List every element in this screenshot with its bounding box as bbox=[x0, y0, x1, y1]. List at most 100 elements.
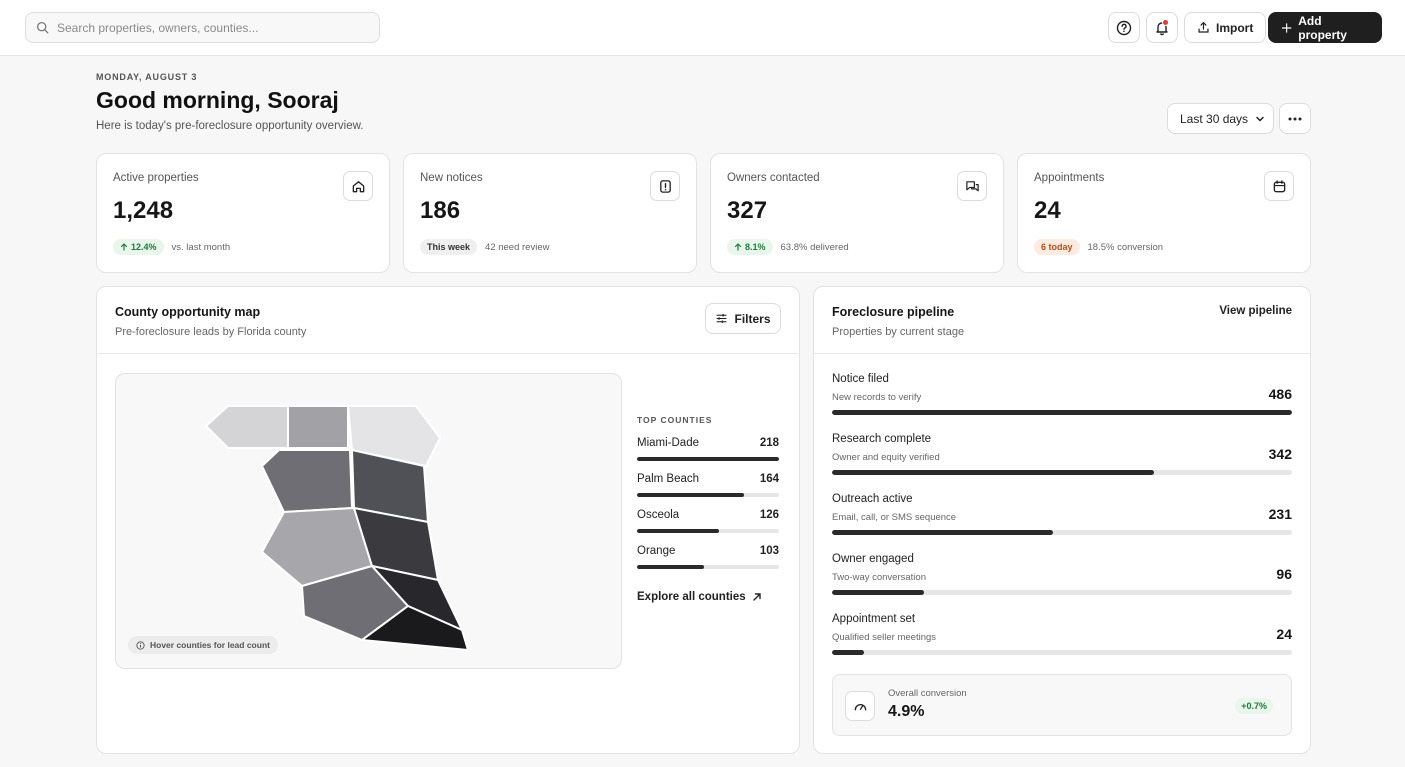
stat-label: Active properties bbox=[113, 172, 199, 184]
stage-bar bbox=[832, 590, 924, 595]
stage-bar bbox=[832, 650, 865, 655]
stat-value: 186 bbox=[420, 197, 461, 224]
pipeline-stage[interactable]: Owner engaged Two-way conversation 96 bbox=[832, 553, 1292, 613]
stat-note: 63.8% delivered bbox=[780, 241, 849, 253]
stat-note: vs. last month bbox=[171, 241, 231, 253]
notifications-button[interactable] bbox=[1146, 12, 1178, 43]
divider bbox=[814, 353, 1310, 354]
county-bar bbox=[637, 457, 779, 461]
info-icon bbox=[136, 640, 145, 650]
stage-name: Outreach active bbox=[832, 493, 913, 505]
stat-value: 24 bbox=[1034, 197, 1061, 224]
explore-counties-link[interactable]: Explore all counties bbox=[637, 591, 779, 603]
stage-count: 342 bbox=[1268, 446, 1292, 462]
county-count: 103 bbox=[759, 545, 779, 557]
county-map: Hover counties for lead count bbox=[115, 373, 622, 669]
conversion-value: 4.9% bbox=[888, 703, 925, 720]
home-icon bbox=[343, 171, 373, 201]
pipeline-stage[interactable]: Research complete Owner and equity verif… bbox=[832, 433, 1292, 493]
stage-desc: New records to verify bbox=[832, 392, 922, 403]
county-name: Palm Beach bbox=[637, 473, 700, 485]
panel-subtitle: Pre-foreclosure leads by Florida county bbox=[115, 326, 307, 338]
stat-value: 327 bbox=[727, 197, 768, 224]
stage-count: 231 bbox=[1268, 506, 1292, 522]
view-pipeline-link[interactable]: View pipeline bbox=[1219, 305, 1292, 317]
panel-title: Foreclosure pipeline bbox=[832, 305, 955, 319]
conversion-delta-badge: +0.7% bbox=[1235, 698, 1273, 714]
stat-card-owners-contacted[interactable]: Owners contacted 327 8.1% 63.8% delivere… bbox=[710, 153, 1004, 273]
stage-count: 486 bbox=[1268, 386, 1292, 402]
upload-icon bbox=[1198, 22, 1209, 33]
county-row[interactable]: Miami-Dade 218 bbox=[637, 437, 779, 461]
pipeline-stages: Notice filed New records to verify 486 R… bbox=[832, 373, 1292, 673]
arrow-up-icon bbox=[120, 243, 128, 251]
county-map-shapes bbox=[205, 405, 469, 651]
county-bar bbox=[637, 565, 704, 569]
pipeline-stage[interactable]: Appointment set Qualified seller meeting… bbox=[832, 613, 1292, 673]
county-shape[interactable] bbox=[205, 405, 289, 449]
date-label: MONDAY, AUGUST 3 bbox=[96, 72, 198, 82]
search-input[interactable] bbox=[57, 20, 379, 35]
trend-badge: 8.1% bbox=[727, 239, 773, 255]
sliders-icon bbox=[717, 314, 727, 323]
conversion-label: Overall conversion bbox=[888, 688, 967, 699]
chat-icon bbox=[957, 171, 987, 201]
stage-name: Research complete bbox=[832, 433, 932, 445]
stage-name: Notice filed bbox=[832, 373, 889, 385]
overall-conversion-card: Overall conversion 4.9% +0.7% bbox=[832, 674, 1292, 736]
top-counties-list: TOP COUNTIES Miami-Dade 218 Palm Beach 164… bbox=[637, 415, 779, 603]
search-icon bbox=[36, 21, 49, 34]
stat-value: 1,248 bbox=[113, 197, 174, 224]
pipeline-stage[interactable]: Outreach active Email, call, or SMS sequ… bbox=[832, 493, 1292, 553]
filters-button[interactable]: Filters bbox=[705, 303, 781, 334]
stage-desc: Two-way conversation bbox=[832, 572, 926, 583]
page-subtitle: Here is today's pre-foreclosure opportun… bbox=[96, 120, 364, 132]
county-shape[interactable] bbox=[287, 405, 349, 449]
stage-bar bbox=[832, 530, 1053, 535]
pipeline-stage[interactable]: Notice filed New records to verify 486 bbox=[832, 373, 1292, 433]
calendar-icon bbox=[1264, 171, 1294, 201]
map-hint: Hover counties for lead count bbox=[128, 636, 278, 654]
county-row[interactable]: Orange 103 bbox=[637, 545, 779, 569]
county-row[interactable]: Osceola 126 bbox=[637, 509, 779, 533]
county-map-panel: County opportunity map Pre-foreclosure l… bbox=[96, 286, 800, 754]
stage-count: 96 bbox=[1276, 566, 1292, 582]
stage-name: Appointment set bbox=[832, 613, 916, 625]
more-options-button[interactable] bbox=[1279, 103, 1311, 134]
search-box[interactable] bbox=[25, 12, 380, 43]
help-icon bbox=[1116, 20, 1132, 35]
county-bar bbox=[637, 493, 744, 497]
stage-desc: Qualified seller meetings bbox=[832, 632, 937, 643]
stat-card-appointments[interactable]: Appointments 24 6 today 18.5% conversion bbox=[1017, 153, 1311, 273]
stat-card-new-notices[interactable]: New notices 186 This week 42 need review bbox=[403, 153, 697, 273]
date-range-select[interactable]: Last 30 days bbox=[1167, 103, 1274, 134]
stat-card-active-properties[interactable]: Active properties 1,248 12.4% vs. last m… bbox=[96, 153, 390, 273]
stage-desc: Owner and equity verified bbox=[832, 452, 940, 463]
stage-bar bbox=[832, 470, 1154, 475]
stage-desc: Email, call, or SMS sequence bbox=[832, 512, 957, 523]
divider bbox=[97, 353, 799, 354]
county-row[interactable]: Palm Beach 164 bbox=[637, 473, 779, 497]
top-counties-heading: TOP COUNTIES bbox=[637, 415, 713, 425]
add-property-label: Add property bbox=[1298, 13, 1347, 42]
more-horizontal-icon bbox=[1288, 117, 1302, 120]
alert-doc-icon bbox=[650, 171, 680, 201]
date-range-value: Last 30 days bbox=[1180, 111, 1249, 126]
page-title: Good morning, Sooraj bbox=[96, 87, 339, 113]
add-property-button[interactable]: Add property bbox=[1268, 12, 1382, 43]
county-shape[interactable] bbox=[261, 449, 353, 513]
county-name: Osceola bbox=[637, 509, 680, 521]
county-count: 218 bbox=[759, 437, 779, 449]
panel-subtitle: Properties by current stage bbox=[832, 326, 965, 338]
stat-note: 42 need review bbox=[485, 241, 550, 253]
filters-label: Filters bbox=[734, 311, 771, 326]
import-button[interactable]: Import bbox=[1184, 12, 1267, 43]
arrow-up-right-icon bbox=[752, 593, 761, 601]
stat-label: Appointments bbox=[1034, 172, 1105, 184]
import-label: Import bbox=[1216, 20, 1254, 35]
help-button[interactable] bbox=[1108, 12, 1140, 43]
panel-title: County opportunity map bbox=[115, 305, 261, 319]
county-name: Miami-Dade bbox=[637, 437, 699, 449]
trend-badge: 12.4% bbox=[113, 239, 164, 255]
stage-count: 24 bbox=[1276, 626, 1292, 642]
